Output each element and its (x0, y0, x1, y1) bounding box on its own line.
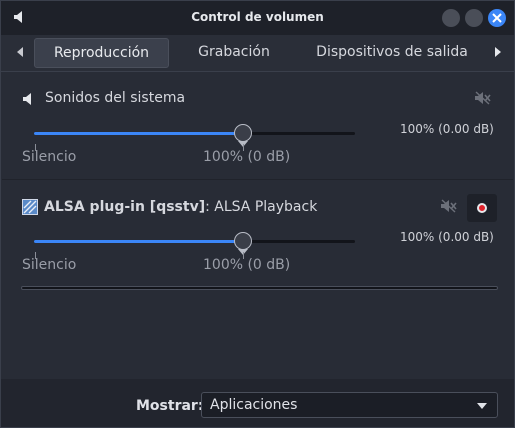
title-bar: Control de volumen (1, 1, 514, 35)
chevron-down-icon (477, 403, 487, 409)
mute-toggle-icon[interactable] (441, 199, 457, 213)
record-icon (477, 203, 487, 213)
system-sounds-slider-fill (34, 132, 243, 135)
peak-level-meter (21, 286, 498, 290)
tab-bar: Reproducción Grabación Dispositivos de s… (1, 35, 514, 72)
speaker-icon (23, 93, 31, 105)
stream-name: ALSA Playback (214, 199, 318, 215)
scale-label-silence: Silencio (22, 257, 77, 273)
tab-dispositivos-de-salida[interactable]: Dispositivos de salida (306, 38, 478, 66)
scroll-left-icon[interactable] (17, 47, 23, 57)
system-sounds-volume-slider[interactable] (34, 132, 355, 135)
window-title: Control de volumen (191, 10, 324, 24)
minimize-button[interactable] (442, 9, 460, 27)
tab-grabacion[interactable]: Grabación (179, 38, 289, 66)
stream-separator: : (205, 199, 210, 215)
maximize-button[interactable] (465, 9, 483, 27)
close-button[interactable] (488, 9, 506, 27)
scale-label-silence: Silencio (22, 149, 77, 165)
show-label: Mostrar: (136, 398, 204, 414)
stream-slider-handle[interactable] (233, 232, 252, 250)
scale-label-100: 100% (0 dB) (203, 149, 291, 165)
system-sounds-slider-handle[interactable] (233, 124, 252, 142)
mute-toggle-icon[interactable] (475, 91, 491, 105)
stream-volume-value: 100% (0.00 dB) (400, 230, 494, 244)
stream-slider-fill (34, 240, 243, 243)
show-filter-dropdown[interactable]: Aplicaciones (201, 392, 498, 418)
show-filter-value: Aplicaciones (210, 397, 298, 413)
close-icon (492, 13, 502, 23)
app-icon (22, 199, 38, 215)
row-separator (2, 179, 513, 180)
volume-control-window: Control de volumen Reproducción Grabació… (0, 0, 515, 428)
stream-volume-slider[interactable] (34, 240, 355, 243)
stream-title: ALSA plug-in [qsstv]: ALSA Playback (44, 199, 317, 215)
output-device-button[interactable] (467, 194, 497, 222)
scroll-right-icon[interactable] (495, 47, 501, 57)
system-sounds-volume-value: 100% (0.00 dB) (400, 122, 494, 136)
tab-reproduccion[interactable]: Reproducción (34, 38, 169, 68)
system-sounds-label: Sonidos del sistema (45, 90, 186, 106)
stream-app-name: ALSA plug-in [qsstv] (44, 199, 206, 215)
scale-label-100: 100% (0 dB) (203, 257, 291, 273)
